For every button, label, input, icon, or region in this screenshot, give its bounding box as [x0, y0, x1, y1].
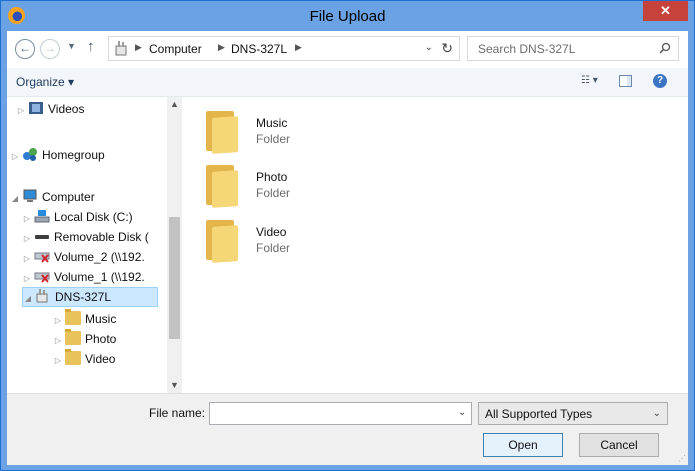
preview-pane-icon[interactable] [619, 75, 632, 87]
search-box[interactable]: Search DNS-327L [467, 36, 679, 61]
collapse-arrow-icon[interactable]: ◢ [23, 290, 33, 308]
nas-device-icon [115, 41, 127, 56]
nav-item-video[interactable]: ▷ Video [53, 349, 115, 369]
nav-item-volume-2[interactable]: ▷ Volume_2 (\\192. [22, 247, 145, 267]
file-type-dropdown-icon[interactable]: ⌄ [653, 408, 661, 419]
address-bar[interactable]: ▶ Computer ▶ DNS-327L ▶ ⌄ ↻ [108, 36, 460, 61]
scroll-up-arrow-icon[interactable]: ▲ [170, 99, 179, 109]
removable-disk-icon [35, 235, 49, 239]
nav-item-videos[interactable]: ▷ Videos [16, 99, 84, 119]
breadcrumb-dns-327l[interactable]: DNS-327L [231, 42, 287, 56]
expand-arrow-icon[interactable]: ▷ [22, 249, 32, 269]
resize-grip-icon[interactable]: ⋰ [678, 454, 686, 463]
back-button[interactable]: ← [15, 39, 35, 59]
breadcrumb-computer[interactable]: Computer [149, 42, 202, 56]
navigation-pane: ▷ Videos ▷ Homegroup ◢ Computer ▷ Local Disk… [7, 97, 182, 393]
nav-item-computer[interactable]: ◢ Computer [10, 187, 95, 207]
refresh-icon[interactable]: ↻ [441, 40, 453, 57]
file-upload-dialog: File Upload ✕ ← → ▼ ↑ ▶ Computer ▶ DNS-3… [0, 0, 695, 471]
homegroup-icon [23, 148, 37, 161]
file-item-video[interactable]: Video Folder [202, 218, 402, 266]
open-button[interactable]: Open [483, 433, 563, 457]
expand-arrow-icon[interactable]: ▷ [53, 331, 63, 351]
expand-arrow-icon[interactable]: ▷ [22, 269, 32, 289]
expand-arrow-icon[interactable]: ▷ [22, 229, 32, 249]
toolbar: Organize ▾ ☷ ▾ ? [7, 68, 688, 97]
video-library-icon [29, 102, 43, 114]
up-arrow-icon[interactable]: ↑ [87, 38, 95, 55]
scroll-down-arrow-icon[interactable]: ▼ [170, 380, 179, 390]
folder-icon [202, 109, 242, 154]
file-name-input[interactable] [209, 402, 472, 425]
dialog-body: ← → ▼ ↑ ▶ Computer ▶ DNS-327L ▶ ⌄ ↻ Sear… [7, 31, 688, 465]
nav-item-homegroup[interactable]: ▷ Homegroup [10, 145, 105, 165]
breadcrumb-separator-icon: ▶ [135, 42, 142, 52]
nav-item-music[interactable]: ▷ Music [53, 309, 116, 329]
expand-arrow-icon[interactable]: ▷ [53, 351, 63, 371]
file-item-photo[interactable]: Photo Folder [202, 163, 402, 211]
nav-item-volume-1[interactable]: ▷ Volume_1 (\\192. [22, 267, 145, 287]
search-icon[interactable] [659, 42, 671, 54]
expand-arrow-icon[interactable]: ▷ [53, 311, 63, 331]
recent-locations-icon[interactable]: ▼ [67, 41, 76, 51]
file-name-dropdown-icon[interactable]: ⌄ [458, 407, 466, 418]
folder-icon [202, 163, 242, 208]
nas-device-icon [36, 289, 48, 303]
collapse-arrow-icon[interactable]: ◢ [10, 189, 20, 209]
help-icon[interactable]: ? [653, 74, 667, 88]
local-disk-icon [34, 210, 50, 223]
network-drive-disconnected-icon [34, 272, 50, 283]
folder-icon [65, 309, 81, 325]
breadcrumb-separator-icon[interactable]: ▶ [295, 42, 302, 53]
nav-item-local-disk[interactable]: ▷ Local Disk (C:) [22, 207, 133, 227]
nav-item-photo[interactable]: ▷ Photo [53, 329, 116, 349]
folder-icon [65, 329, 81, 345]
organize-menu[interactable]: Organize ▾ [16, 75, 74, 89]
network-drive-disconnected-icon [34, 252, 50, 263]
breadcrumb-separator-icon[interactable]: ▶ [218, 42, 225, 53]
address-row: ← → ▼ ↑ ▶ Computer ▶ DNS-327L ▶ ⌄ ↻ Sear… [7, 31, 688, 67]
folder-icon [65, 349, 81, 365]
window-title: File Upload [309, 8, 386, 25]
close-button[interactable]: ✕ [643, 1, 688, 21]
scrollbar-thumb[interactable] [169, 217, 180, 339]
expand-arrow-icon[interactable]: ▷ [22, 209, 32, 229]
folder-icon [202, 218, 242, 263]
address-dropdown-icon[interactable]: ⌄ [425, 42, 433, 53]
nav-scrollbar[interactable]: ▲ ▼ [167, 97, 182, 393]
file-list: Music Folder Photo Folder Video Folder [184, 97, 688, 393]
forward-button[interactable]: → [40, 39, 60, 59]
file-type-select[interactable]: All Supported Types ⌄ [478, 402, 668, 425]
search-placeholder: Search DNS-327L [478, 42, 576, 56]
file-type-value: All Supported Types [485, 407, 593, 421]
bottom-panel: File name: ⌄ All Supported Types ⌄ Open … [7, 393, 688, 465]
title-bar: File Upload ✕ [1, 1, 694, 31]
nav-item-removable-disk[interactable]: ▷ Removable Disk ( [22, 227, 149, 247]
expand-arrow-icon[interactable]: ▷ [16, 101, 26, 121]
nav-item-dns-327l[interactable]: ◢ DNS-327L [22, 287, 158, 307]
file-name-label: File name: [149, 406, 206, 420]
change-view-icon[interactable]: ☷ ▾ [581, 75, 607, 89]
cancel-button[interactable]: Cancel [579, 433, 659, 457]
file-item-music[interactable]: Music Folder [202, 109, 402, 157]
computer-icon [23, 189, 37, 202]
expand-arrow-icon[interactable]: ▷ [10, 147, 20, 167]
